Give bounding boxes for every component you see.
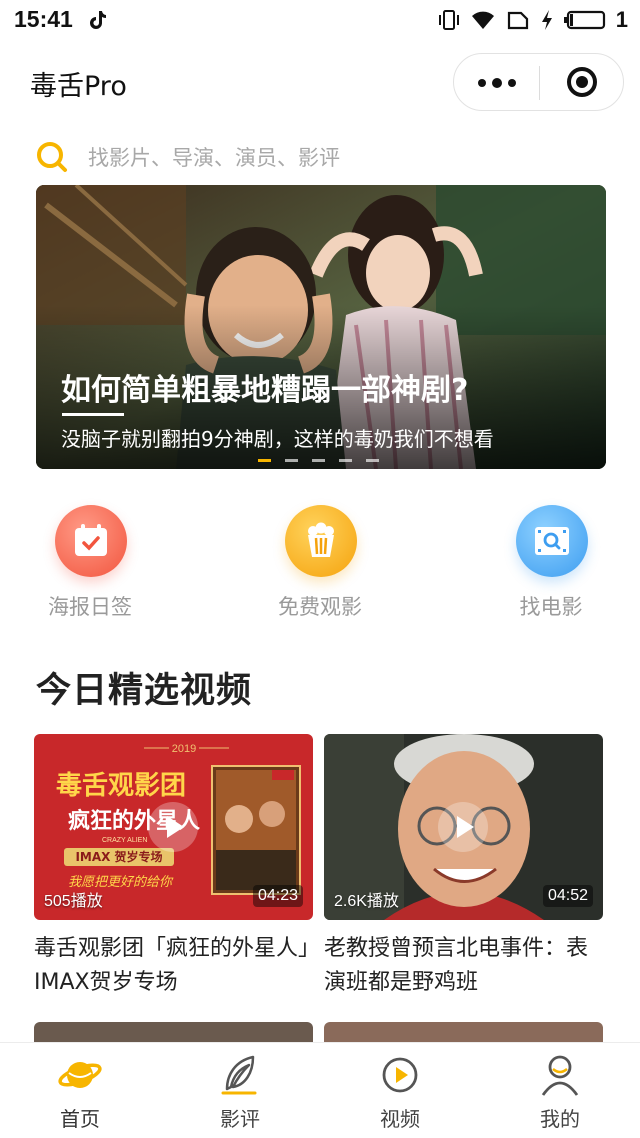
vibrate-icon	[438, 10, 459, 30]
search-bar[interactable]: 找影片、导演、演员、影评	[36, 136, 606, 176]
poster-movie-en: CRAZY ALIEN	[102, 837, 147, 844]
battery-level: 1	[615, 7, 628, 32]
poster-tag: IMAX 贺岁专场	[75, 849, 162, 864]
hero-banner[interactable]: 如何简单粗暴地糟蹋一部神剧? 没脑子就别翻拍9分神剧，这样的毒奶我们不想看	[36, 185, 606, 469]
more-icon[interactable]	[454, 54, 539, 110]
tab-label: 首页	[60, 1107, 100, 1131]
status-icons: 1	[438, 6, 628, 34]
poster-brand: 毒舌观影团	[56, 771, 186, 801]
charging-icon	[541, 10, 552, 30]
user-icon	[541, 1055, 579, 1096]
battery-icon	[563, 10, 605, 30]
video-title[interactable]: 毒舌观影团「疯狂的外星人」IMAX贺岁专场	[34, 932, 316, 1000]
play-icon[interactable]	[148, 802, 198, 852]
tab-video[interactable]: 视频	[320, 1043, 480, 1138]
video-thumbnail: 2.6K播放 04:52	[324, 734, 603, 920]
play-count: 505播放	[44, 893, 103, 910]
app-title: 毒舌Pro	[30, 71, 127, 102]
quick-entry-find-movie[interactable]: 找电影	[481, 505, 621, 625]
tab-profile[interactable]: 我的	[480, 1043, 640, 1138]
tab-home[interactable]: 首页	[0, 1043, 160, 1138]
tab-label: 视频	[380, 1107, 420, 1131]
quick-entry-poster-sign[interactable]: 海报日签	[20, 505, 160, 625]
quick-entry-free-screening[interactable]: 免费观影	[250, 505, 390, 625]
banner-pagination	[258, 459, 379, 462]
mini-program-capsule	[453, 53, 624, 111]
pagination-dot-active[interactable]	[258, 459, 271, 462]
popcorn-icon	[285, 505, 357, 577]
tab-label: 影评	[220, 1107, 260, 1131]
search-icon	[37, 142, 67, 172]
video-duration: 04:23	[252, 885, 303, 907]
play-icon[interactable]	[438, 802, 488, 852]
tiktok-icon	[90, 11, 106, 29]
planet-icon	[58, 1062, 102, 1088]
quick-entry-label: 海报日签	[48, 595, 132, 619]
close-target-icon[interactable]	[540, 54, 624, 110]
quick-entry-label: 免费观影	[278, 595, 362, 619]
banner-subtitle: 没脑子就别翻拍9分神剧，这样的毒奶我们不想看	[61, 427, 494, 451]
tab-reviews[interactable]: 影评	[160, 1043, 320, 1138]
nav-bar: 毒舌Pro	[0, 50, 640, 114]
pagination-dot[interactable]	[285, 459, 298, 462]
sim-icon	[507, 11, 528, 30]
banner-title: 如何简单粗暴地糟蹋一部神剧?	[61, 373, 469, 408]
video-title[interactable]: 老教授曾预言北电事件：表演班都是野鸡班	[324, 932, 606, 1000]
pagination-dot[interactable]	[339, 459, 352, 462]
film-search-icon	[516, 505, 588, 577]
play-count: 2.6K播放	[334, 893, 399, 910]
quick-entry-label: 找电影	[519, 595, 583, 619]
status-time: 15:41	[14, 6, 73, 32]
section-title: 今日精选视频	[36, 671, 253, 711]
poster-year: 2019	[172, 743, 196, 755]
search-input[interactable]: 找影片、导演、演员、影评	[88, 142, 340, 172]
video-duration: 04:52	[542, 885, 593, 907]
tab-bar: 首页 影评 视频 我的	[0, 1042, 640, 1138]
video-thumbnail: 2019 毒舌观影团 疯狂的外星人 CRAZY ALIEN IMAX 贺岁专场 …	[34, 734, 313, 920]
banner-title-underline	[62, 413, 124, 416]
pagination-dot[interactable]	[366, 459, 379, 462]
status-bar: 15:41 1	[0, 0, 640, 40]
tab-label: 我的	[540, 1107, 580, 1131]
pagination-dot[interactable]	[312, 459, 325, 462]
calendar-icon	[55, 505, 127, 577]
video-play-icon	[382, 1057, 418, 1093]
wifi-icon	[471, 11, 494, 29]
quill-icon	[221, 1055, 257, 1095]
